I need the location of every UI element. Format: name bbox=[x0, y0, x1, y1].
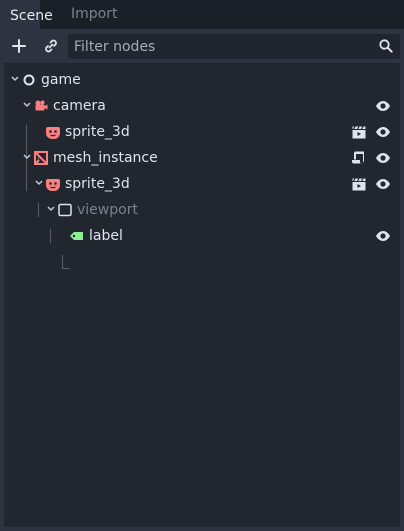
tree-item-label: sprite_3d bbox=[65, 176, 130, 192]
tree-item-label-node[interactable]: label bbox=[4, 223, 400, 249]
chevron-down-icon[interactable] bbox=[34, 178, 44, 188]
tree-item-label: viewport bbox=[77, 202, 138, 218]
viewport-icon bbox=[58, 203, 72, 217]
clapperboard-icon[interactable] bbox=[351, 176, 367, 192]
instance-scene-button[interactable] bbox=[39, 34, 63, 58]
tree-item-viewport[interactable]: viewport bbox=[4, 197, 400, 223]
visibility-eye-icon[interactable] bbox=[375, 176, 391, 192]
scene-panel: game camera sprite_3d bbox=[0, 29, 404, 531]
filter-nodes-field[interactable] bbox=[68, 34, 400, 59]
sprite3d-icon bbox=[46, 127, 60, 139]
chevron-down-icon[interactable] bbox=[22, 100, 32, 110]
script-icon[interactable] bbox=[351, 150, 367, 166]
label-tag-icon bbox=[70, 232, 83, 240]
search-icon bbox=[379, 39, 393, 53]
visibility-eye-icon[interactable] bbox=[375, 124, 391, 140]
tree-item-label: camera bbox=[53, 98, 106, 114]
tree-item-sprite-3d[interactable]: sprite_3d bbox=[4, 171, 400, 197]
tree-item-label: sprite_3d bbox=[65, 124, 130, 140]
add-node-button[interactable] bbox=[7, 34, 31, 58]
scene-tree: game camera sprite_3d mesh_instance spri… bbox=[4, 63, 400, 527]
tree-item-sprite-3d[interactable]: sprite_3d bbox=[4, 119, 400, 145]
tree-connector bbox=[62, 255, 63, 269]
tab-bar: Scene Import bbox=[0, 0, 404, 29]
tree-item-game[interactable]: game bbox=[4, 67, 400, 93]
tree-item-mesh-instance[interactable]: mesh_instance bbox=[4, 145, 400, 171]
tab-scene[interactable]: Scene bbox=[0, 0, 53, 29]
visibility-eye-icon[interactable] bbox=[375, 228, 391, 244]
visibility-eye-icon[interactable] bbox=[375, 150, 391, 166]
mesh-instance-icon bbox=[34, 151, 48, 165]
tree-connector bbox=[62, 268, 70, 269]
tab-import[interactable]: Import bbox=[61, 1, 118, 29]
plus-icon bbox=[12, 39, 26, 53]
tree-item-label: label bbox=[89, 228, 123, 244]
tree-item-label: game bbox=[41, 72, 81, 88]
filter-nodes-input[interactable] bbox=[74, 34, 364, 59]
visibility-eye-icon[interactable] bbox=[375, 98, 391, 114]
chevron-down-icon[interactable] bbox=[22, 152, 32, 162]
chevron-down-icon[interactable] bbox=[10, 74, 20, 84]
tree-item-label: mesh_instance bbox=[53, 150, 158, 166]
link-icon bbox=[45, 39, 57, 53]
camera-icon bbox=[35, 100, 48, 111]
sprite3d-icon bbox=[46, 179, 60, 191]
tree-item-camera[interactable]: camera bbox=[4, 93, 400, 119]
node3d-circle-icon bbox=[23, 74, 35, 86]
chevron-down-icon[interactable] bbox=[46, 204, 56, 214]
clapperboard-icon[interactable] bbox=[351, 124, 367, 140]
